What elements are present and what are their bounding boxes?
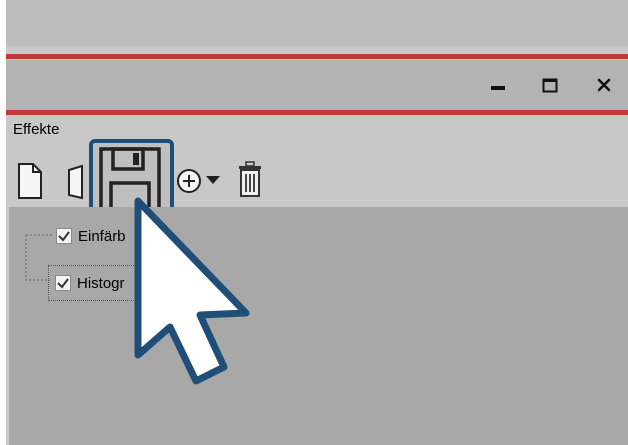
close-icon bbox=[597, 78, 611, 92]
checkmark-icon bbox=[58, 231, 70, 242]
trash-icon bbox=[239, 161, 261, 197]
top-strip-lower bbox=[6, 46, 628, 54]
tree-item-histogramm[interactable]: Histogr bbox=[48, 265, 136, 301]
new-document-icon bbox=[18, 163, 42, 199]
panel-title: Effekte bbox=[13, 121, 60, 138]
tree-item-label: Histogr bbox=[77, 274, 125, 292]
close-button[interactable] bbox=[584, 60, 624, 110]
tree-item-einfaerben[interactable]: Einfärb bbox=[56, 222, 126, 250]
new-document-button[interactable] bbox=[16, 162, 44, 205]
tree-item-label: Einfärb bbox=[78, 227, 126, 245]
minimize-icon bbox=[491, 86, 505, 90]
maximize-icon bbox=[542, 78, 558, 93]
mouse-cursor-icon bbox=[134, 197, 250, 385]
top-strip bbox=[6, 0, 628, 46]
accent-line-top bbox=[6, 54, 628, 59]
checkmark-icon bbox=[57, 278, 69, 289]
checkbox[interactable] bbox=[55, 275, 71, 291]
maximize-button[interactable] bbox=[530, 60, 570, 110]
minimize-button[interactable] bbox=[478, 60, 518, 110]
checkbox[interactable] bbox=[56, 228, 72, 244]
